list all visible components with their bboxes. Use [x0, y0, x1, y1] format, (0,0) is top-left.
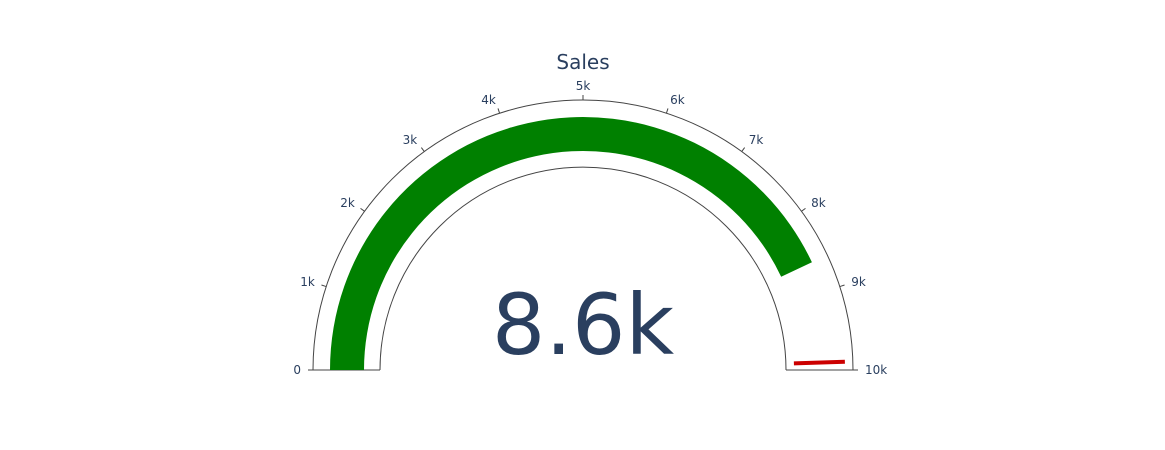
gauge-tick-label: 2k	[340, 196, 355, 210]
gauge-tick	[497, 108, 501, 114]
gauge-chart: Sales 0 1k 2k 3k 4k 5k 6k 7k 8k 9k 10k 8.6k	[293, 50, 887, 377]
gauge-value-number: 8.6k	[492, 276, 675, 374]
chart-title: Sales	[556, 50, 609, 74]
gauge-tick-label: 10k	[865, 363, 887, 377]
gauge-tick-label: 0	[293, 363, 301, 377]
gauge-tick-label: 8k	[811, 196, 826, 210]
gauge-tick	[360, 207, 365, 212]
gauge-tick	[801, 207, 806, 212]
gauge-tick	[839, 284, 845, 288]
gauge-tick-label: 9k	[851, 275, 866, 289]
gauge-tick	[321, 284, 327, 288]
gauge-tick-label: 7k	[749, 133, 764, 147]
gauge-tick-label: 1k	[300, 275, 315, 289]
gauge-tick-label: 3k	[403, 133, 418, 147]
gauge-tick-label: 6k	[670, 93, 685, 107]
gauge-tick-label: 5k	[576, 79, 591, 93]
gauge-tick	[420, 147, 425, 152]
gauge-tick	[665, 108, 669, 114]
gauge-threshold-line	[793, 359, 845, 366]
gauge-tick	[741, 147, 746, 152]
gauge-tick-label: 4k	[481, 93, 496, 107]
